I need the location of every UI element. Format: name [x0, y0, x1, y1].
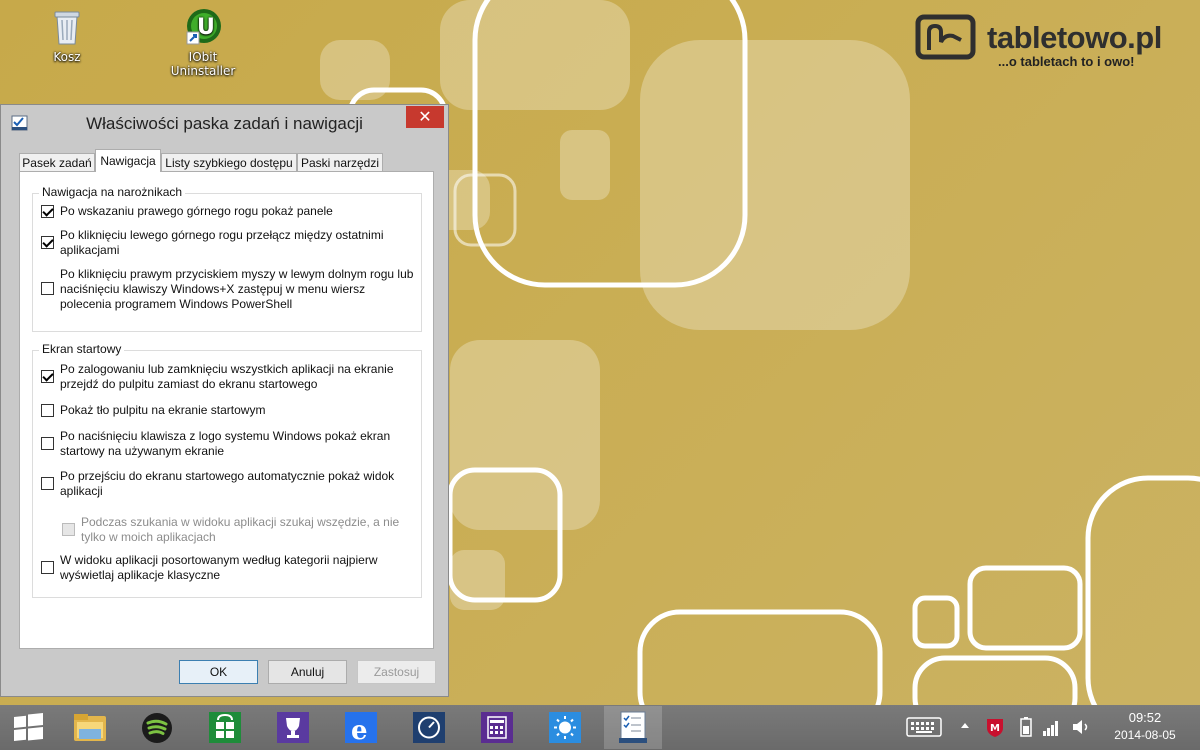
spotify-icon [142, 713, 172, 743]
iobit-uninstaller-shortcut[interactable]: U IObit Uninstaller [158, 6, 248, 78]
internet-explorer-icon: e [345, 712, 377, 746]
taskbar-store[interactable] [196, 706, 254, 749]
option-label: Po wskazaniu prawego górnego rogu pokaż … [60, 204, 333, 218]
close-icon: ✕ [418, 107, 432, 126]
clock-button[interactable]: 09:52 2014-08-05 [1100, 710, 1190, 742]
keyboard-icon [906, 717, 942, 737]
brand-name: tabletowo.pl [987, 20, 1162, 55]
recycle-bin-shortcut[interactable]: Kosz [22, 6, 112, 64]
recycle-bin-label: Kosz [53, 50, 81, 64]
start-screen-group: Ekran startowy Po zalogowaniu lub zamkni… [32, 342, 422, 598]
start-on-current-display-checkbox[interactable] [41, 437, 54, 450]
svg-text:e: e [351, 716, 368, 746]
brand-tagline: ...o tabletach to i owo! [998, 54, 1135, 69]
svg-text:M: M [990, 723, 1000, 734]
speaker-icon [1073, 720, 1088, 734]
network-indicator[interactable] [1041, 716, 1061, 741]
taskbar-alarms[interactable] [400, 706, 458, 749]
calculator-icon [481, 712, 513, 743]
signal-bars-icon [1043, 721, 1058, 736]
option-label: Pokaż tło pulpitu na ekranie startowym [60, 403, 266, 417]
search-everywhere-checkbox [62, 523, 75, 536]
iobit-uninstaller-label: IObit Uninstaller [170, 50, 236, 78]
powershell-checkbox[interactable] [41, 282, 54, 295]
chevron-up-icon [961, 723, 969, 728]
switch-recent-apps-checkbox[interactable] [41, 236, 54, 249]
store-icon [209, 712, 241, 743]
start-screen-group-label: Ekran startowy [39, 342, 125, 356]
file-explorer-icon [74, 714, 106, 741]
taskbar-calculator[interactable] [468, 706, 526, 749]
corner-navigation-group: Nawigacja na narożnikach Po wskazaniu pr… [32, 185, 422, 332]
taskbar-file-explorer[interactable] [61, 706, 119, 749]
close-button[interactable]: ✕ [406, 106, 444, 128]
tab-navigation[interactable]: Nawigacja [95, 149, 161, 172]
trophy-icon [277, 712, 309, 743]
apply-button: Zastosuj [357, 660, 436, 684]
dialog-titlebar[interactable]: Właściwości paska zadań i nawigacji ✕ [1, 105, 448, 135]
option-label: Po naciśnięciu klawisza z logo systemu W… [60, 429, 391, 458]
option-label: Po kliknięciu lewego górnego rogu przełą… [60, 228, 384, 257]
option-label: Po przejściu do ekranu startowego automa… [60, 469, 395, 498]
option-label: W widoku aplikacji posortowanym według k… [60, 553, 378, 582]
start-icon [14, 712, 43, 741]
iobit-uninstaller-icon: U [183, 6, 223, 46]
tablet-logo-icon [915, 14, 976, 60]
show-hidden-icons-button[interactable] [958, 718, 972, 737]
navigation-tab-panel: Nawigacja na narożnikach Po wskazaniu pr… [19, 171, 434, 649]
go-to-desktop-checkbox[interactable] [41, 370, 54, 383]
tab-taskbar[interactable]: Pasek zadań [19, 153, 95, 171]
taskbar-spotify[interactable] [128, 706, 186, 749]
show-apps-view-checkbox[interactable] [41, 477, 54, 490]
battery-icon [1020, 717, 1032, 737]
mcafee-tray-button[interactable]: M [985, 716, 1005, 741]
cancel-button[interactable]: Anuluj [268, 660, 347, 684]
tab-jump-lists[interactable]: Listy szybkiego dostępu [161, 153, 297, 171]
taskbar: e M 09:52 2014-08-05 [0, 705, 1200, 750]
option-label: Podczas szukania w widoku aplikacji szuk… [81, 515, 400, 544]
desktop-background-checkbox[interactable] [41, 404, 54, 417]
option-label: Po kliknięciu prawym przyciskiem myszy w… [60, 267, 414, 311]
ok-button[interactable]: OK [179, 660, 258, 684]
svg-text:U: U [197, 15, 215, 40]
brand-logo: tabletowo.pl ...o tabletach to i owo! [915, 14, 1162, 69]
taskbar-properties-icon [619, 711, 647, 743]
touch-keyboard-button[interactable] [906, 715, 942, 742]
volume-button[interactable] [1070, 716, 1092, 741]
taskbar-internet-explorer[interactable]: e [332, 706, 390, 749]
recycle-bin-icon [47, 6, 87, 46]
dialog-title: Właściwości paska zadań i nawigacji [86, 114, 363, 133]
list-desktop-apps-first-checkbox[interactable] [41, 561, 54, 574]
start-button[interactable] [0, 706, 58, 749]
taskbar-navigation-properties-dialog: Właściwości paska zadań i nawigacji ✕ Pa… [0, 104, 449, 697]
clock-time: 09:52 [1128, 710, 1162, 725]
taskbar-weather[interactable] [536, 706, 594, 749]
mcafee-shield-icon: M [987, 719, 1003, 737]
taskbar-properties-window[interactable] [604, 706, 662, 749]
clock-date: 2014-08-05 [1114, 728, 1176, 742]
battery-indicator[interactable] [1018, 716, 1034, 741]
corner-navigation-group-label: Nawigacja na narożnikach [39, 185, 186, 199]
tab-toolbars[interactable]: Paski narzędzi [297, 153, 383, 171]
show-charms-checkbox[interactable] [41, 205, 54, 218]
weather-icon [549, 712, 581, 743]
clock-app-icon [413, 712, 445, 743]
option-label: Po zalogowaniu lub zamknięciu wszystkich… [60, 362, 394, 391]
taskbar-trophy-app[interactable] [264, 706, 322, 749]
